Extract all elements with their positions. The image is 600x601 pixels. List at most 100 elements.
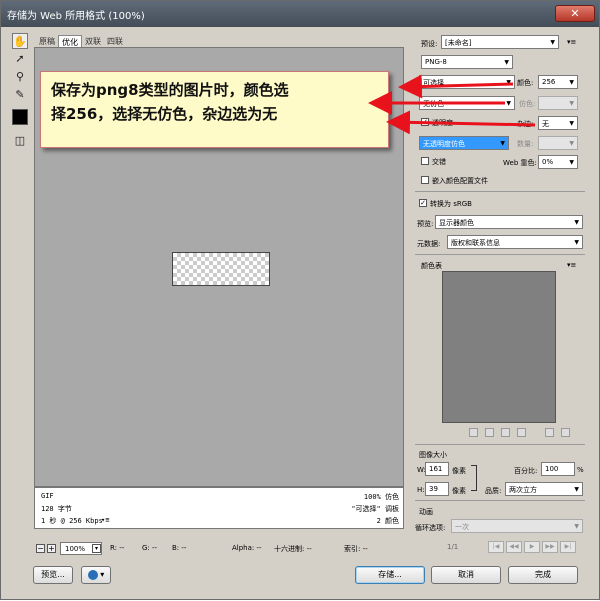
width-unit: 像素 bbox=[452, 467, 466, 475]
percent-field[interactable]: 100 bbox=[541, 462, 575, 476]
preview-value: 显示器颜色 bbox=[439, 219, 474, 227]
arrow-matte bbox=[386, 110, 536, 135]
callout-line-1: 保存为png8类型的图片时，颜色选 bbox=[51, 81, 289, 99]
quality-select[interactable]: 两次立方 ▼ bbox=[505, 482, 583, 496]
lock-color-icon[interactable] bbox=[501, 428, 510, 437]
loop-options-select[interactable]: 一次 ▼ bbox=[451, 519, 583, 533]
save-for-web-dialog: 存储为 Web 所用格式 (100%) ✕ ✋ ➚ ⚲ ✎ ■ ◫ 原稿 优化 … bbox=[0, 0, 600, 600]
colors-select[interactable]: 256 ▼ bbox=[538, 75, 578, 89]
interlaced-label: 交错 bbox=[432, 158, 446, 166]
format-select[interactable]: PNG-8 ▼ bbox=[421, 55, 513, 69]
animation-heading: 动画 bbox=[419, 508, 433, 516]
tab-original[interactable]: 原稿 bbox=[36, 35, 58, 47]
loop-options-label: 循环选项: bbox=[415, 524, 446, 532]
preview-button[interactable]: 预览... bbox=[33, 566, 73, 584]
constrain-link-icon[interactable] bbox=[471, 465, 477, 491]
zoom-dropdown-icon[interactable]: ▾ bbox=[92, 544, 101, 553]
preset-select[interactable]: [未命名] ▼ bbox=[441, 35, 559, 49]
reduction-select[interactable]: 可选择 ▼ bbox=[419, 75, 515, 89]
preview-label: 预览: bbox=[417, 220, 434, 228]
height-field[interactable]: 39 bbox=[425, 482, 449, 496]
tab-2-up[interactable]: 双联 bbox=[82, 35, 104, 47]
settings-menu-icon[interactable]: ▾≡ bbox=[567, 38, 576, 46]
info-speed: 1 秒 @ 256 Kbps bbox=[41, 517, 103, 525]
eyedropper-tool-icon[interactable]: ✎ bbox=[12, 87, 28, 103]
status-g: G: -- bbox=[142, 544, 158, 552]
delete-color-icon[interactable] bbox=[561, 428, 570, 437]
first-frame-icon[interactable]: |◀ bbox=[488, 541, 504, 553]
quality-value: 两次立方 bbox=[509, 486, 537, 494]
image-preview bbox=[172, 252, 270, 286]
colors-label: 颜色: bbox=[517, 79, 534, 87]
zoom-tool-icon[interactable]: ⚲ bbox=[12, 69, 28, 85]
convert-srgb-checkbox[interactable]: ✓ bbox=[419, 199, 427, 207]
transparency-checkbox[interactable]: ✓ bbox=[421, 118, 429, 126]
browser-preview-button[interactable]: ▾ bbox=[81, 566, 111, 584]
frame-counter: 1/1 bbox=[447, 543, 459, 551]
tab-optimized[interactable]: 优化 bbox=[58, 35, 82, 47]
info-menu-icon[interactable]: ▾≡ bbox=[101, 516, 109, 524]
dither-algorithm-select[interactable]: 无仿色 ▼ bbox=[419, 96, 515, 110]
tab-4-up[interactable]: 四联 bbox=[104, 35, 126, 47]
height-unit: 像素 bbox=[452, 487, 466, 495]
dither-amount-field[interactable]: ▼ bbox=[538, 96, 578, 110]
color-table[interactable] bbox=[442, 271, 556, 423]
done-button[interactable]: 完成 bbox=[508, 566, 578, 584]
browser-icon bbox=[87, 569, 98, 580]
divider bbox=[415, 500, 585, 501]
last-frame-icon[interactable]: ▶| bbox=[560, 541, 576, 553]
callout-line-2: 择256，选择无仿色，杂边选为无 bbox=[51, 105, 278, 123]
save-button[interactable]: 存储... bbox=[355, 566, 425, 584]
percent-sign: % bbox=[577, 466, 584, 474]
toggle-slices-icon[interactable]: ◫ bbox=[12, 133, 28, 149]
matte-select[interactable]: 无 ▼ bbox=[538, 116, 578, 130]
info-format: GIF bbox=[41, 492, 54, 500]
color-table-menu-icon[interactable]: ▾≡ bbox=[567, 261, 576, 269]
status-r: R: -- bbox=[110, 544, 125, 552]
dither-label: 仿色: bbox=[519, 100, 536, 108]
preset-value: [未命名] bbox=[445, 39, 472, 47]
preview-select[interactable]: 显示器颜色 ▼ bbox=[435, 215, 583, 229]
status-index: 索引: -- bbox=[344, 545, 368, 553]
web-snap-select[interactable]: 0% ▼ bbox=[538, 155, 578, 169]
transparency-label: 透明度 bbox=[432, 119, 453, 127]
transparency-dither-select[interactable]: 无透明度仿色 ▼ bbox=[419, 136, 509, 150]
convert-srgb-label: 转换为 sRGB bbox=[430, 200, 472, 208]
status-alpha: Alpha: -- bbox=[232, 544, 262, 552]
embed-profile-checkbox[interactable] bbox=[421, 176, 429, 184]
interlaced-checkbox[interactable] bbox=[421, 157, 429, 165]
prev-frame-icon[interactable]: ◀◀ bbox=[506, 541, 522, 553]
new-color-icon[interactable] bbox=[545, 428, 554, 437]
eyedropper-color-icon[interactable]: ■ bbox=[12, 109, 28, 125]
color-table-toolbar bbox=[417, 425, 582, 439]
status-hex: 十六进制: -- bbox=[274, 545, 312, 553]
play-icon[interactable]: ▶ bbox=[524, 541, 540, 553]
metadata-select[interactable]: 版权和联系信息 ▼ bbox=[447, 235, 583, 249]
info-dither: 100% 仿色 bbox=[363, 493, 399, 501]
info-colors: 2 颜色 bbox=[376, 517, 399, 525]
divider bbox=[415, 191, 585, 192]
matte-label: 杂边: bbox=[517, 120, 534, 128]
loop-options-value: 一次 bbox=[455, 523, 469, 531]
close-button[interactable]: ✕ bbox=[555, 5, 595, 22]
web-shift-icon[interactable] bbox=[485, 428, 494, 437]
add-color-icon[interactable] bbox=[517, 428, 526, 437]
cancel-button[interactable]: 取消 bbox=[431, 566, 501, 584]
map-transparent-icon[interactable] bbox=[469, 428, 478, 437]
percent-value: 100 bbox=[545, 465, 559, 473]
tool-strip: ✋ ➚ ⚲ ✎ ■ ◫ bbox=[10, 33, 30, 151]
width-field[interactable]: 161 bbox=[425, 462, 449, 476]
amount-field[interactable]: ▼ bbox=[538, 136, 578, 150]
amount-label: 数量: bbox=[517, 140, 534, 148]
next-frame-icon[interactable]: ▶▶ bbox=[542, 541, 558, 553]
view-tabs: 原稿 优化 双联 四联 bbox=[34, 33, 404, 47]
zoom-out-button[interactable]: − bbox=[36, 544, 45, 553]
metadata-label: 元数据: bbox=[417, 240, 441, 248]
zoom-level-value: 100% bbox=[65, 545, 86, 553]
zoom-in-button[interactable]: + bbox=[47, 544, 56, 553]
slice-select-tool-icon[interactable]: ➚ bbox=[12, 51, 28, 67]
dither-algorithm-value: 无仿色 bbox=[423, 100, 444, 108]
web-snap-value: 0% bbox=[542, 158, 554, 166]
quality-label: 品质: bbox=[485, 487, 502, 495]
hand-tool-icon[interactable]: ✋ bbox=[12, 33, 28, 49]
